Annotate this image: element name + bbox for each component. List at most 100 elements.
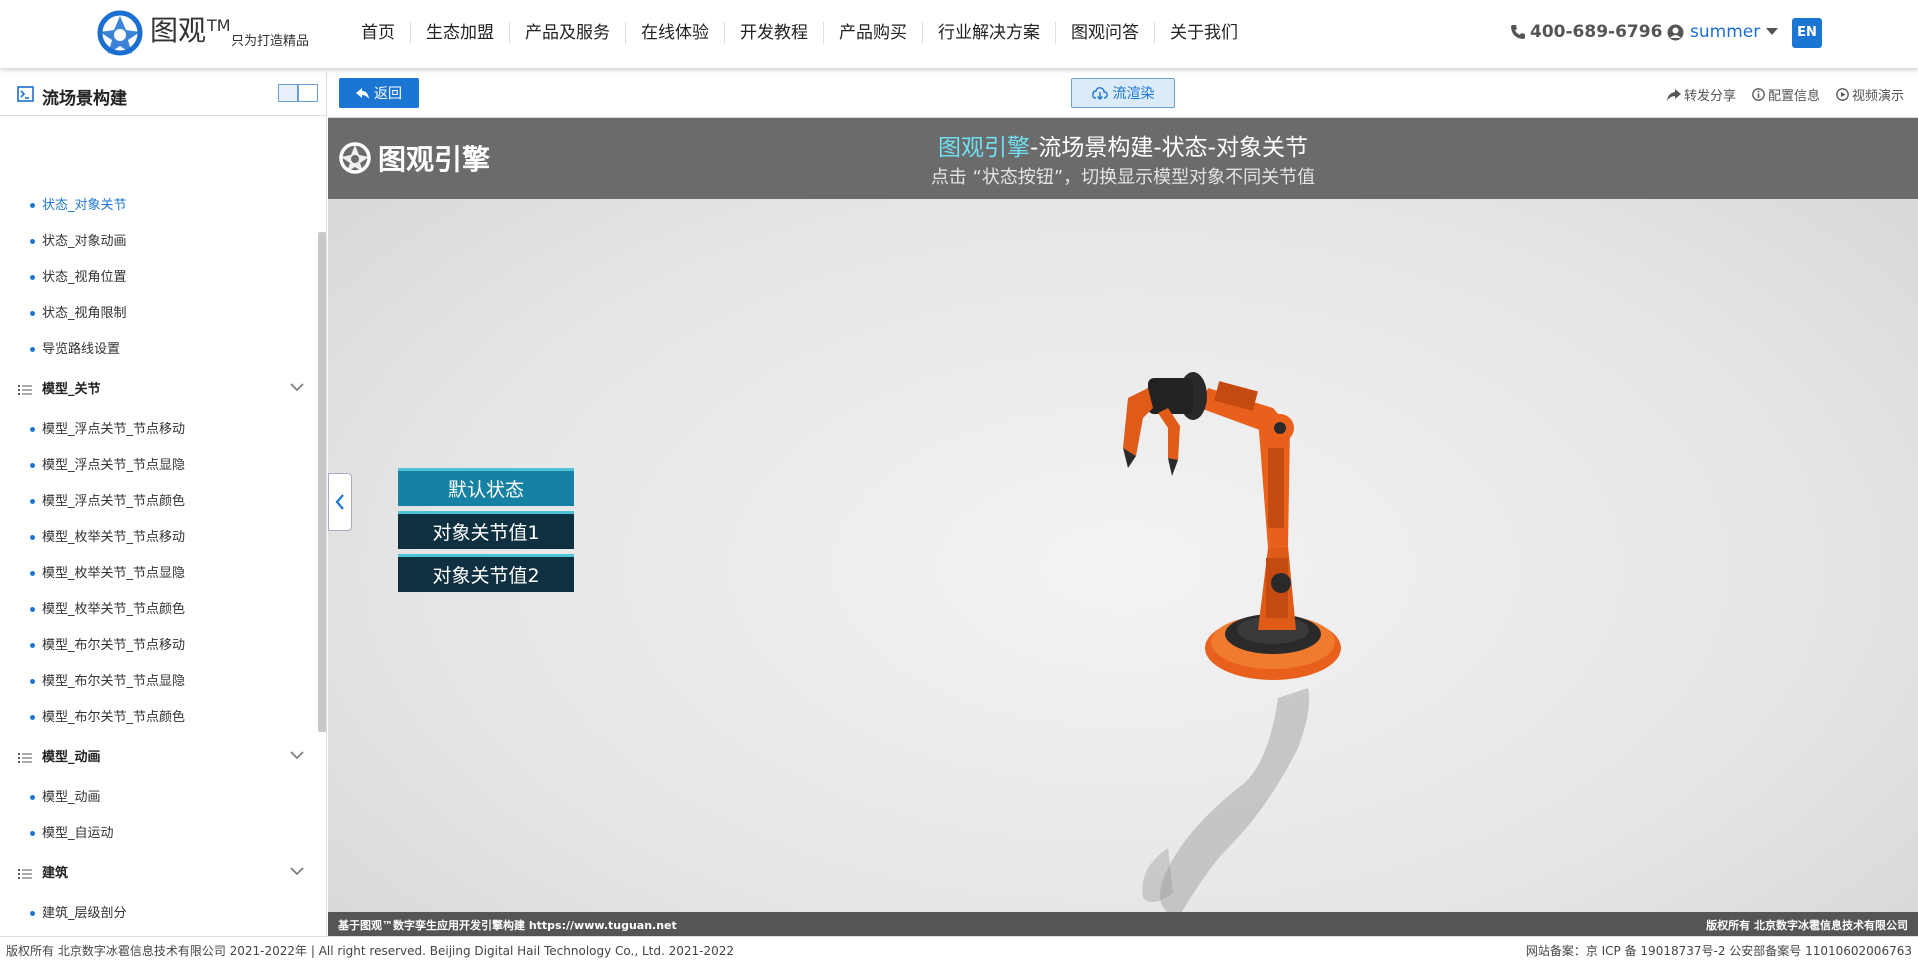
state-button-default[interactable]: 默认状态 — [398, 468, 574, 506]
grid-view-icon[interactable] — [278, 84, 298, 102]
menu-item-ecosystem[interactable]: 生态加盟 — [411, 22, 510, 44]
sidebar-item[interactable]: 状态_对象关节 — [0, 196, 318, 216]
sidebar-item[interactable]: 模型_浮点关节_节点显隐 — [0, 456, 318, 476]
sidebar-item[interactable]: 模型_动画 — [0, 788, 318, 808]
tuguan-logo-icon[interactable] — [96, 10, 144, 56]
sidebar-item[interactable]: 模型_枚举关节_节点颜色 — [0, 600, 318, 620]
sidebar-item[interactable]: 模型_布尔关节_节点移动 — [0, 636, 318, 656]
stream-render-button[interactable]: 流渲染 — [1071, 78, 1175, 108]
bullet-dot — [30, 499, 35, 504]
chevron-down-icon[interactable] — [290, 866, 304, 876]
sidebar-item-label: 模型_枚举关节_节点颜色 — [42, 602, 186, 617]
sidebar-item[interactable]: 模型_布尔关节_节点显隐 — [0, 672, 318, 692]
bullet-dot — [30, 715, 35, 720]
state-button-joint-value-2[interactable]: 对象关节值2 — [398, 554, 574, 592]
back-button[interactable]: 返回 — [339, 78, 419, 108]
sidebar: 流场景构建 状态_对象关节 状态_对象动画 状态_视角位置状态_视角限制导览路线设置… — [0, 72, 327, 936]
bullet-dot — [30, 427, 35, 432]
page-footer: 版权所有 北京数字冰雹信息技术有限公司 2021-2022年 | All rig… — [0, 936, 1918, 960]
video-demo-link[interactable]: 视频演示 — [1836, 85, 1904, 104]
sidebar-scrollbar[interactable] — [318, 232, 326, 732]
config-info-link[interactable]: 配置信息 — [1752, 85, 1820, 104]
back-button-label: 返回 — [374, 86, 402, 102]
sidebar-item-label: 模型_动画 — [42, 750, 101, 765]
phone-contact: 400-689-6796 — [1510, 22, 1662, 42]
bullet-dot — [30, 795, 35, 800]
scene-title-rest: -流场景构建-状态-对象关节 — [1030, 135, 1308, 161]
view-mode-toggle — [278, 84, 318, 102]
sidebar-item-label: 建筑_层级剖分 — [42, 906, 127, 921]
sidebar-group[interactable]: 建筑 — [0, 864, 318, 884]
language-switch-button[interactable]: EN — [1792, 18, 1822, 48]
terminal-icon — [17, 86, 34, 102]
menu-item-online-demo[interactable]: 在线体验 — [626, 22, 725, 44]
sidebar-item-label: 模型_浮点关节_节点移动 — [42, 422, 186, 437]
menu-item-qa[interactable]: 图观问答 — [1056, 22, 1155, 44]
3d-viewport[interactable]: 图观引擎 图观引擎-流场景构建-状态-对象关节 点击 “状态按钮”，切换显示模型… — [328, 118, 1918, 936]
back-arrow-icon — [356, 87, 369, 99]
sidebar-item-label: 导览路线设置 — [42, 342, 121, 357]
sidebar-item-label: 建筑 — [42, 866, 69, 881]
image-view-icon[interactable] — [298, 84, 318, 102]
sidebar-item-label: 模型_浮点关节_节点颜色 — [42, 494, 186, 509]
brand-name[interactable]: 图观 — [150, 14, 206, 48]
chevron-left-icon — [335, 494, 344, 510]
sidebar-item[interactable]: 导览路线设置 — [0, 340, 318, 360]
sidebar-item-label: 模型_动画 — [42, 790, 101, 805]
sidebar-item[interactable]: 建筑_层级剖分 — [0, 904, 318, 924]
trademark-mark: TM — [207, 16, 231, 35]
sidebar-item[interactable]: 状态_对象动画 — [0, 232, 318, 252]
info-icon — [1752, 88, 1765, 101]
sidebar-item[interactable]: 模型_自运动 — [0, 824, 318, 844]
chevron-down-icon[interactable] — [290, 382, 304, 392]
sidebar-group[interactable]: 模型_关节 — [0, 380, 318, 400]
user-avatar-icon — [1667, 24, 1684, 40]
bullet-dot — [30, 463, 35, 468]
config-info-label: 配置信息 — [1767, 89, 1820, 104]
robot-arm-model[interactable] — [968, 308, 1528, 928]
bullet-dot — [30, 679, 35, 684]
collapse-sidebar-button[interactable] — [328, 473, 352, 531]
menu-item-purchase[interactable]: 产品购买 — [824, 22, 923, 44]
share-link[interactable]: 转发分享 — [1666, 85, 1736, 104]
sidebar-item-label: 模型_布尔关节_节点移动 — [42, 638, 186, 653]
chevron-down-icon[interactable] — [290, 750, 304, 760]
video-demo-label: 视频演示 — [1851, 89, 1904, 104]
bullet-dot — [30, 347, 35, 352]
icp-record-text[interactable]: 网站备案：京 ICP 备 19018737号-2 公安部备案号 11010602… — [1526, 942, 1912, 959]
sidebar-item-label: 模型_自运动 — [42, 826, 114, 841]
sidebar-item[interactable]: 状态_视角限制 — [0, 304, 318, 324]
sidebar-group[interactable]: 模型_动画 — [0, 748, 318, 768]
bullet-dot — [30, 831, 35, 836]
sidebar-item[interactable]: 模型_浮点关节_节点移动 — [0, 420, 318, 440]
top-navigation-bar: 图观 TM 只为打造精品 首页 生态加盟 产品及服务 在线体验 开发教程 产品购… — [0, 0, 1918, 68]
bullet-dot — [30, 571, 35, 576]
user-menu[interactable]: summer — [1667, 22, 1779, 42]
username[interactable]: summer — [1690, 22, 1760, 42]
sidebar-item[interactable]: 模型_枚举关节_节点移动 — [0, 528, 318, 548]
copyright-text: 版权所有 北京数字冰雹信息技术有限公司 2021-2022年 | All rig… — [6, 944, 735, 958]
menu-item-solutions[interactable]: 行业解决方案 — [923, 22, 1056, 44]
sidebar-item[interactable]: 模型_浮点关节_节点颜色 — [0, 492, 318, 512]
menu-item-home[interactable]: 首页 — [346, 22, 411, 44]
caret-down-icon[interactable] — [1766, 28, 1779, 36]
sidebar-item[interactable]: 模型_枚举关节_节点显隐 — [0, 564, 318, 584]
list-icon — [18, 869, 32, 879]
bullet-dot — [30, 239, 35, 244]
menu-item-about[interactable]: 关于我们 — [1155, 22, 1253, 44]
sidebar-item-label: 状态_对象动画 — [42, 234, 127, 249]
state-button-joint-value-1[interactable]: 对象关节值1 — [398, 511, 574, 549]
sidebar-item-label: 状态_对象关节 — [42, 198, 127, 213]
viewport-footer-credit[interactable]: 基于图观™数字孪生应用开发引擎构建 https://www.tuguan.net — [338, 917, 677, 933]
sidebar-header: 流场景构建 — [0, 72, 326, 116]
scene-subtitle: 点击 “状态按钮”，切换显示模型对象不同关节值 — [930, 167, 1316, 188]
phone-icon — [1511, 25, 1525, 39]
menu-item-tutorials[interactable]: 开发教程 — [725, 22, 824, 44]
sidebar-item-label: 状态_视角位置 — [42, 270, 127, 285]
brand-slogan: 只为打造精品 — [231, 34, 310, 49]
sidebar-item[interactable]: 状态_视角位置 — [0, 268, 318, 288]
menu-item-products[interactable]: 产品及服务 — [510, 22, 626, 44]
sidebar-item[interactable]: 模型_布尔关节_节点颜色 — [0, 708, 318, 728]
play-circle-icon — [1836, 88, 1849, 101]
list-icon — [18, 753, 32, 763]
